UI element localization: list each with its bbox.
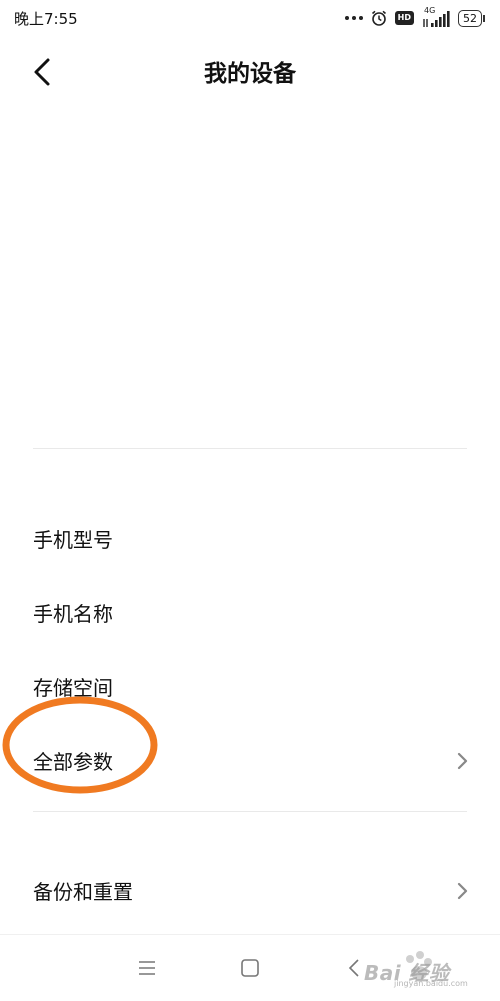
- battery-indicator: 52: [458, 9, 485, 27]
- chevron-right-icon: [457, 752, 468, 770]
- list-item-storage[interactable]: 存储空间: [0, 654, 500, 718]
- list-item-label: 存储空间: [33, 676, 113, 700]
- more-notifications-icon: [344, 16, 363, 20]
- network-type: 4G: [424, 6, 436, 15]
- hd-badge: HD: [394, 11, 414, 25]
- status-time: 晚上7:55: [14, 10, 78, 28]
- home-square-icon: [241, 959, 259, 977]
- menu-button[interactable]: [134, 955, 160, 981]
- list-item-label: 手机型号: [33, 528, 113, 552]
- home-button[interactable]: [237, 955, 263, 981]
- baidu-watermark: Bai 经验 jingyan.baidu.com: [336, 945, 486, 995]
- list-item-all-params[interactable]: 全部参数: [0, 728, 500, 792]
- status-bar: 晚上7:55 HD 4G 52: [0, 0, 500, 36]
- chevron-right-icon: [457, 882, 468, 900]
- divider: [33, 811, 467, 812]
- list-item-label: 全部参数: [33, 750, 113, 774]
- list-item-backup-reset[interactable]: 备份和重置: [0, 858, 500, 922]
- divider: [33, 448, 467, 449]
- status-icons: HD 4G 52: [344, 6, 485, 29]
- list-item-label: 手机名称: [33, 602, 113, 626]
- alarm-icon: [371, 10, 386, 26]
- signal-icon: 4G: [421, 6, 451, 28]
- header: 我的设备: [0, 40, 500, 104]
- list-item-phone-name[interactable]: 手机名称: [0, 580, 500, 644]
- list-item-phone-model[interactable]: 手机型号: [0, 506, 500, 570]
- menu-icon: [139, 961, 155, 975]
- page-title: 我的设备: [204, 61, 296, 87]
- watermark-url: jingyan.baidu.com: [394, 979, 468, 988]
- list-item-label: 备份和重置: [33, 880, 133, 904]
